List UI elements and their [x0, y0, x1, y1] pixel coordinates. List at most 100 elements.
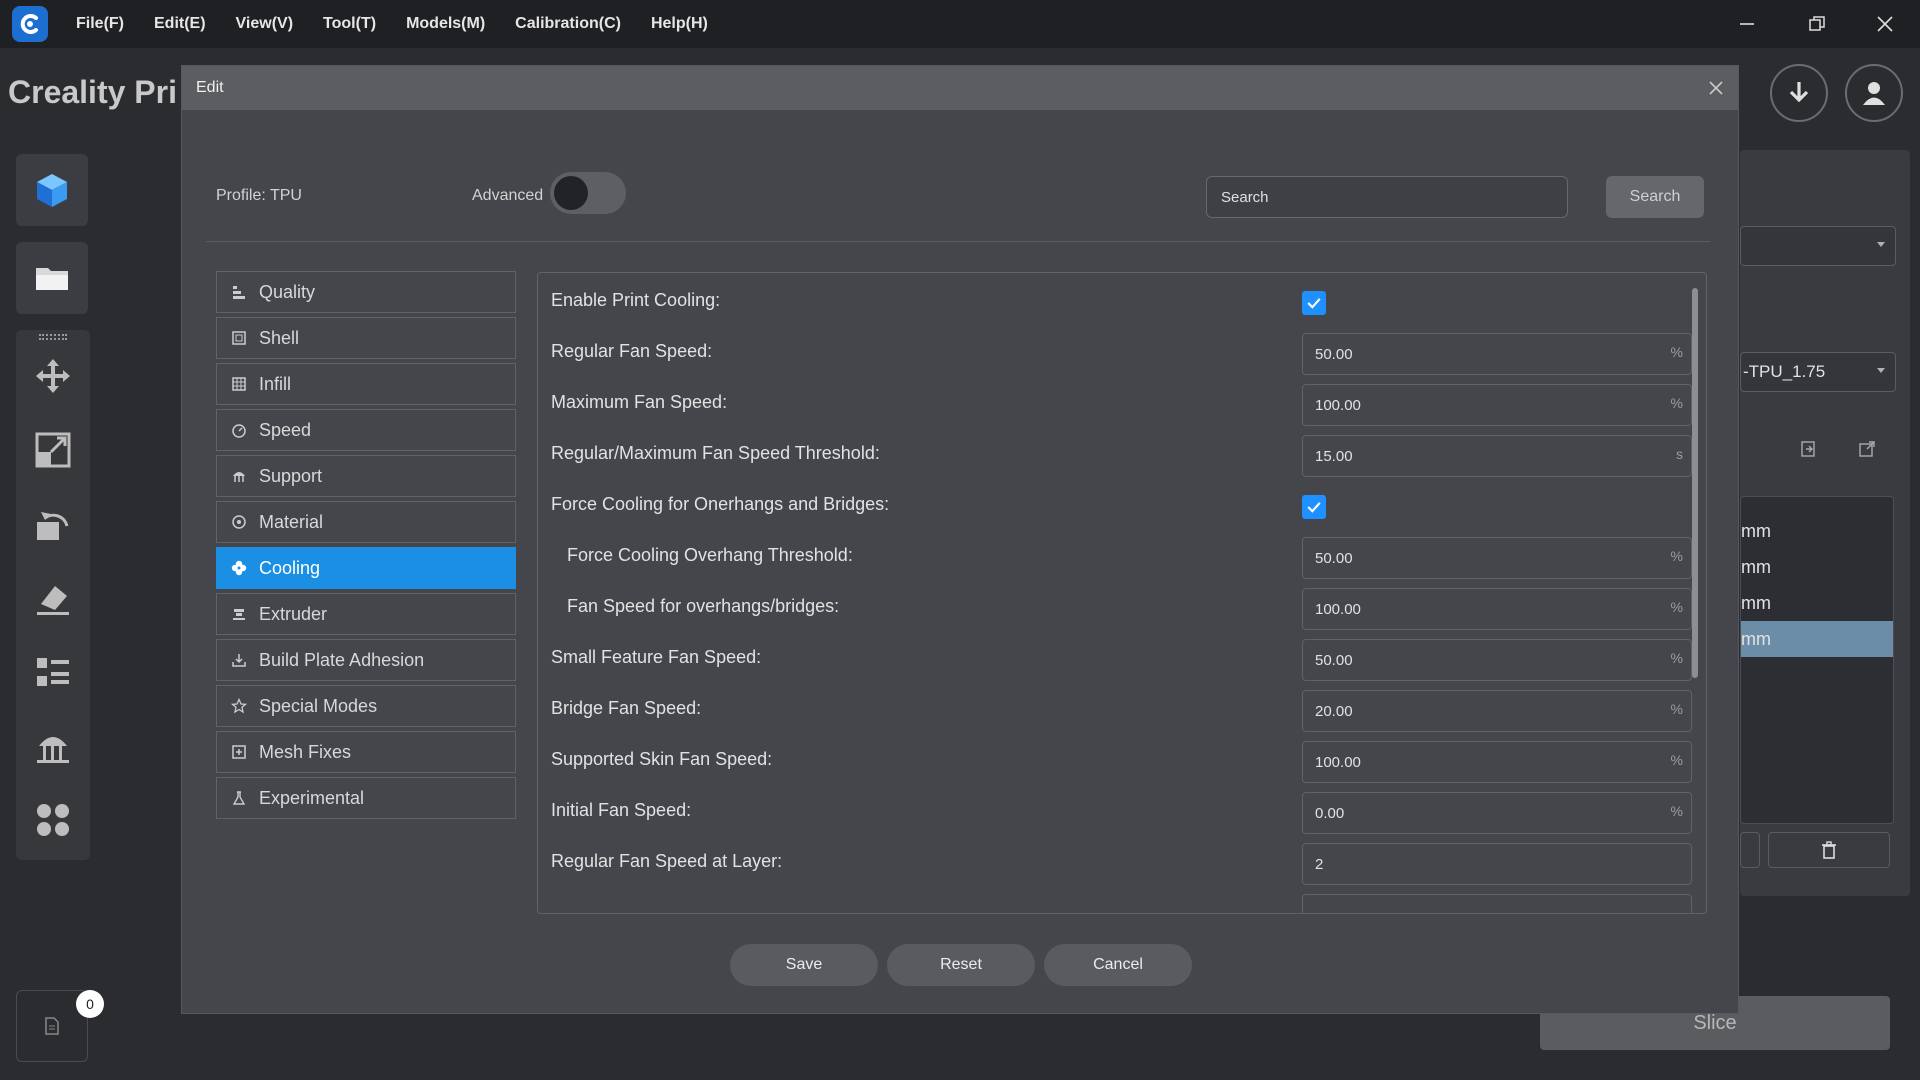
setting-row: Initial Fan Speed: 0.00 % — [538, 786, 1698, 837]
drag-handle[interactable] — [39, 334, 67, 340]
setting-row: Regular/Maximum Fan Speed Threshold: 15.… — [538, 429, 1698, 480]
search-button[interactable]: Search — [1606, 176, 1704, 218]
menu-models[interactable]: Models(M) — [406, 15, 485, 33]
category-shell[interactable]: Shell — [216, 317, 516, 359]
save-button[interactable]: Save — [730, 944, 878, 986]
lay-flat-tool-button[interactable] — [31, 576, 75, 620]
setting-row: Force Cooling for Onerhangs and Bridges: — [538, 480, 1698, 531]
menu-tool[interactable]: Tool(T) — [323, 15, 376, 33]
category-material[interactable]: Material — [216, 501, 516, 543]
list-item[interactable]: mm — [1741, 585, 1893, 621]
maximum-fan-speed-input[interactable]: 100.00 % — [1302, 384, 1692, 426]
list-icon — [37, 658, 69, 686]
regular-fan-speed-layer-input[interactable]: 2 — [1302, 843, 1692, 885]
partially-visible-input[interactable] — [1302, 894, 1692, 913]
user-account-button[interactable] — [1845, 64, 1903, 122]
close-icon[interactable] — [1706, 78, 1726, 98]
overhang-fan-speed-input[interactable]: 100.00 % — [1302, 588, 1692, 630]
user-icon — [1863, 82, 1885, 105]
document-icon — [45, 1017, 59, 1035]
left-toolbar — [16, 330, 90, 860]
models-view-button[interactable] — [16, 154, 88, 226]
scale-tool-button[interactable] — [31, 428, 75, 472]
setting-label: Supported Skin Fan Speed: — [551, 749, 773, 769]
setting-label: Force Cooling for Onerhangs and Bridges: — [551, 494, 890, 514]
menu-edit[interactable]: Edit(E) — [154, 15, 206, 33]
material-select[interactable]: -TPU_1.75 — [1740, 352, 1896, 392]
list-item-selected[interactable]: mm — [1741, 621, 1893, 657]
printer-select[interactable] — [1740, 226, 1896, 266]
menu-view[interactable]: View(V) — [236, 15, 294, 33]
delete-button[interactable] — [1768, 832, 1890, 868]
category-support[interactable]: Support — [216, 455, 516, 497]
category-speed[interactable]: Speed — [216, 409, 516, 451]
advanced-toggle[interactable] — [550, 172, 626, 214]
shell-icon — [231, 330, 247, 346]
cube-icon — [37, 174, 67, 207]
small-feature-fan-speed-input[interactable]: 50.00 % — [1302, 639, 1692, 681]
checkmark-icon — [1307, 502, 1321, 513]
infill-icon — [231, 376, 247, 392]
scale-icon — [35, 432, 71, 468]
download-button[interactable] — [1770, 64, 1828, 122]
list-item[interactable]: mm — [1741, 549, 1893, 585]
material-select-value: -TPU_1.75 — [1743, 362, 1826, 381]
category-build-plate-adhesion[interactable]: Build Plate Adhesion — [216, 639, 516, 681]
category-cooling[interactable]: Cooling — [216, 547, 516, 589]
overhang-threshold-input[interactable]: 50.00 % — [1302, 537, 1692, 579]
enable-print-cooling-checkbox[interactable] — [1302, 291, 1326, 315]
rotate-icon — [37, 512, 69, 540]
bridge-fan-speed-input[interactable]: 20.00 % — [1302, 690, 1692, 732]
cancel-button[interactable]: Cancel — [1044, 944, 1192, 986]
star-icon — [231, 698, 247, 714]
import-profile-icon[interactable] — [1800, 440, 1818, 458]
model-list-button[interactable] — [31, 650, 75, 694]
initial-fan-speed-input[interactable]: 0.00 % — [1302, 792, 1692, 834]
category-infill[interactable]: Infill — [216, 363, 516, 405]
trash-icon — [1822, 841, 1836, 859]
reset-button[interactable]: Reset — [887, 944, 1035, 986]
restore-button[interactable] — [1782, 0, 1852, 48]
quality-icon — [231, 284, 247, 300]
mesh-fix-icon — [231, 744, 247, 760]
force-cooling-checkbox[interactable] — [1302, 495, 1326, 519]
menu-bar: File(F) Edit(E) View(V) Tool(T) Models(M… — [76, 15, 738, 33]
setting-row: Bridge Fan Speed: 20.00 % — [538, 684, 1698, 735]
search-input[interactable] — [1206, 176, 1568, 218]
fan-speed-threshold-input[interactable]: 15.00 s — [1302, 435, 1692, 477]
close-window-button[interactable] — [1850, 0, 1920, 48]
setting-row: Maximum Fan Speed: 100.00 % — [538, 378, 1698, 429]
menu-calibration[interactable]: Calibration(C) — [515, 15, 621, 33]
setting-row: Small Feature Fan Speed: 50.00 % — [538, 633, 1698, 684]
adhesion-icon — [231, 652, 247, 668]
category-quality[interactable]: Quality — [216, 271, 516, 313]
move-icon — [36, 359, 70, 393]
move-tool-button[interactable] — [31, 354, 75, 398]
category-special-modes[interactable]: Special Modes — [216, 685, 516, 727]
material-icon — [231, 514, 247, 530]
regular-fan-speed-input[interactable]: 50.00 % — [1302, 333, 1692, 375]
menu-file[interactable]: File(F) — [76, 15, 124, 33]
setting-row: Supported Skin Fan Speed: 100.00 % — [538, 735, 1698, 786]
category-experimental[interactable]: Experimental — [216, 777, 516, 819]
settings-scrollbar[interactable] — [1692, 288, 1698, 678]
minimize-button[interactable] — [1712, 0, 1782, 48]
open-file-button[interactable] — [16, 242, 88, 314]
setting-label: Regular Fan Speed at Layer: — [551, 851, 783, 871]
setting-label: Force Cooling Overhang Threshold: — [567, 545, 853, 565]
add-button[interactable] — [1740, 832, 1760, 868]
minimize-icon — [1740, 23, 1754, 25]
creality-logo-icon — [12, 6, 48, 42]
rotate-tool-button[interactable] — [31, 502, 75, 546]
chevron-down-icon — [1877, 368, 1885, 373]
supported-skin-fan-speed-input[interactable]: 100.00 % — [1302, 741, 1692, 783]
category-extruder[interactable]: Extruder — [216, 593, 516, 635]
export-profile-icon[interactable] — [1858, 440, 1876, 458]
support-tool-button[interactable] — [31, 724, 75, 768]
category-mesh-fixes[interactable]: Mesh Fixes — [216, 731, 516, 773]
list-item[interactable]: mm — [1741, 513, 1893, 549]
left-toolbar-top — [16, 154, 90, 330]
more-tools-button[interactable] — [31, 798, 75, 842]
menu-help[interactable]: Help(H) — [651, 15, 708, 33]
setting-label: Initial Fan Speed: — [551, 800, 692, 820]
